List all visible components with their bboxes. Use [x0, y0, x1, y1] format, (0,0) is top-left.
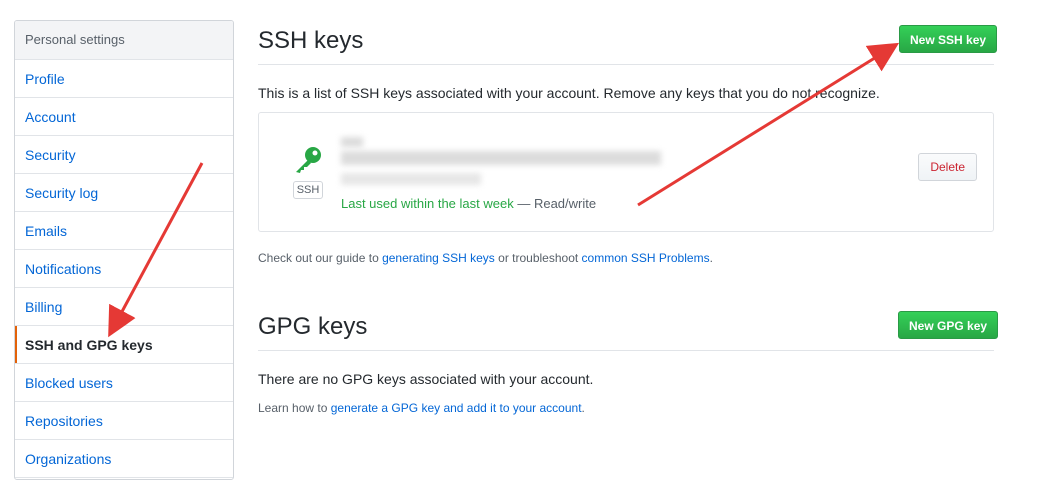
ssh-help-text: Check out our guide to generating SSH ke… — [258, 251, 713, 265]
sidebar-item-repositories[interactable]: Repositories — [15, 402, 233, 440]
gpg-help-prefix: Learn how to — [258, 401, 331, 415]
gpg-help-suffix: . — [581, 401, 585, 415]
redacted-added-date — [341, 173, 481, 185]
generate-gpg-key-link[interactable]: generate a GPG key and add it to your ac… — [331, 401, 582, 415]
ssh-description: This is a list of SSH keys associated wi… — [258, 85, 880, 101]
key-icon — [293, 145, 323, 180]
sidebar-item-blocked-users[interactable]: Blocked users — [15, 364, 233, 402]
key-separator: — — [513, 196, 534, 211]
ssh-badge: SSH — [293, 181, 323, 199]
ssh-title-divider — [258, 64, 994, 65]
new-gpg-key-button[interactable]: New GPG key — [898, 311, 999, 339]
sidebar-item-profile[interactable]: Profile — [15, 60, 233, 98]
sidebar-item-ssh-gpg-keys[interactable]: SSH and GPG keys — [15, 326, 233, 364]
sidebar-item-notifications[interactable]: Notifications — [15, 250, 233, 288]
gpg-keys-title: GPG keys — [258, 313, 368, 340]
sidebar-item-security-log[interactable]: Security log — [15, 174, 233, 212]
generating-ssh-keys-link[interactable]: generating SSH keys — [382, 251, 495, 265]
gpg-help-text: Learn how to generate a GPG key and add … — [258, 401, 585, 415]
ssh-help-prefix: Check out our guide to — [258, 251, 383, 265]
gpg-empty-message: There are no GPG keys associated with yo… — [258, 371, 594, 387]
ssh-help-middle: or troubleshoot — [494, 251, 582, 265]
common-ssh-problems-link[interactable]: common SSH Problems — [582, 251, 710, 265]
redacted-key-title — [341, 137, 363, 147]
sidebar-item-billing[interactable]: Billing — [15, 288, 233, 326]
settings-sidebar: Personal settings Profile Account Securi… — [14, 20, 234, 480]
delete-key-button[interactable]: Delete — [918, 153, 977, 181]
key-last-used: Last used within the last week — [341, 196, 514, 211]
ssh-key-item: SSH Last used within the last week — Rea… — [258, 112, 994, 232]
sidebar-header: Personal settings — [15, 21, 233, 60]
ssh-keys-title: SSH keys — [258, 27, 364, 54]
gpg-title-divider — [258, 350, 994, 351]
sidebar-item-emails[interactable]: Emails — [15, 212, 233, 250]
redacted-fingerprint — [341, 151, 661, 165]
sidebar-item-organizations[interactable]: Organizations — [15, 440, 233, 478]
key-usage: Last used within the last week — Read/wr… — [341, 196, 596, 211]
sidebar-item-security[interactable]: Security — [15, 136, 233, 174]
new-ssh-key-button[interactable]: New SSH key — [899, 25, 998, 53]
sidebar-item-account[interactable]: Account — [15, 98, 233, 136]
ssh-help-suffix: . — [709, 251, 713, 265]
key-access: Read/write — [533, 196, 597, 211]
